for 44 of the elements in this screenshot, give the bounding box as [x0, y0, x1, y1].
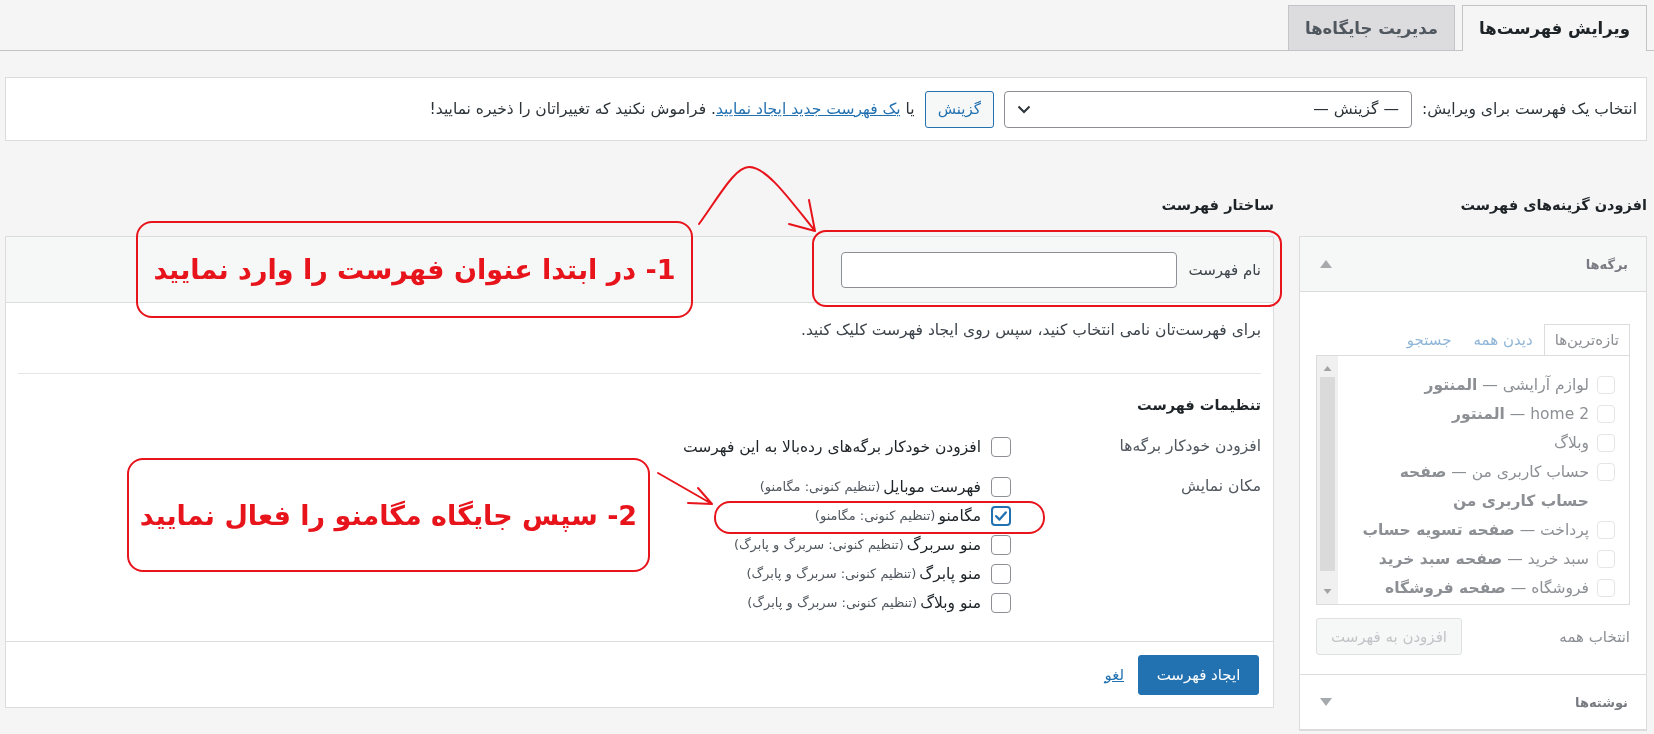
current-setting-note: (تنظیم کنونی: مگامنو) [759, 479, 881, 494]
page-item-label: وبلاگ [1553, 432, 1589, 455]
option-label: افزودن خودکار برگه‌های رده‌بالا به این فهرست [683, 437, 981, 456]
setting-label: افزودن خودکار برگه‌ها [1118, 436, 1261, 458]
annotation-note: 2- سپس جایگاه مگامنو را فعال نمایید [127, 458, 650, 572]
tab[interactable]: ویرایش فهرست‌ها [1462, 5, 1647, 51]
current-setting-note: (تنظیم کنونی: سربرگ و پابرگ) [747, 595, 918, 610]
checkbox[interactable] [991, 592, 1011, 613]
section-heading: افزودن گزینه‌های فهرست [1459, 196, 1647, 216]
checkbox[interactable] [991, 563, 1011, 584]
create-menu-button[interactable]: ایجاد فهرست [1138, 654, 1259, 695]
checkbox[interactable] [991, 505, 1011, 526]
checkbox[interactable] [991, 534, 1011, 555]
page-item-label: حساب کاربری من — صفحه حساب کاربری من [1398, 462, 1589, 512]
select-menu-label: انتخاب یک فهرست برای ویرایش: [1421, 100, 1637, 118]
option-label: منو وبلاگ [920, 593, 981, 612]
cancel-link[interactable]: لغو [1104, 665, 1124, 684]
checkbox[interactable] [991, 476, 1011, 497]
menu-dropdown[interactable]: — گزینش — [1003, 90, 1412, 128]
chevron-down-icon [1016, 104, 1031, 114]
checkbox[interactable] [991, 436, 1011, 457]
page-item-label: لوازم آرایشی — المنتور [1423, 374, 1589, 396]
page-item-label: پرداخت — صفحه تسویه حساب [1361, 520, 1589, 541]
current-setting-note: (تنظیم کنونی: سربرگ و پابرگ) [746, 566, 917, 581]
instructions-text: برای فهرست‌تان نامی انتخاب کنید، سپس روی ایجاد فهرست کلیک کنید. [800, 320, 1261, 340]
save-reminder-text: یا یک فهرست جدید ایجاد نمایید. فراموش نکنید که تغییراتان را ذخیره نمایید! [429, 100, 915, 118]
tab[interactable]: مدیریت جایگاه‌ها [1288, 5, 1456, 50]
page-item-label: فروشگاه — صفحه فروشگاه [1384, 578, 1589, 600]
new-menu-link[interactable]: یک فهرست جدید ایجاد نمایید [715, 100, 901, 118]
section-heading: ساختار فهرست [1160, 196, 1274, 216]
setting-label: مکان نمایش [1180, 476, 1261, 497]
current-setting-note: (تنظیم کنونی: سربرگ و پابرگ) [733, 537, 904, 552]
option-label: منو سربرگ [906, 535, 981, 554]
menu-name-field[interactable] [840, 251, 1177, 288]
page-item-label: سبد خرید — صفحه سبد خرید [1377, 549, 1589, 570]
current-setting-note: (تنظیم کنونی: مگامنو) [814, 508, 936, 523]
option-label: منو پابرگ [919, 564, 981, 583]
settings-heading: تنظیمات فهرست [1136, 396, 1261, 415]
annotation-note: 1- در ابتدا عنوان فهرست را وارد نمایید [136, 221, 693, 318]
option-label: فهرست موبایل [883, 477, 981, 496]
select-button[interactable]: گزینش [924, 90, 994, 128]
menu-name-label: نام فهرست [1188, 260, 1261, 279]
option-label: مگامنو [938, 506, 981, 525]
checkmark-icon [995, 510, 1007, 521]
